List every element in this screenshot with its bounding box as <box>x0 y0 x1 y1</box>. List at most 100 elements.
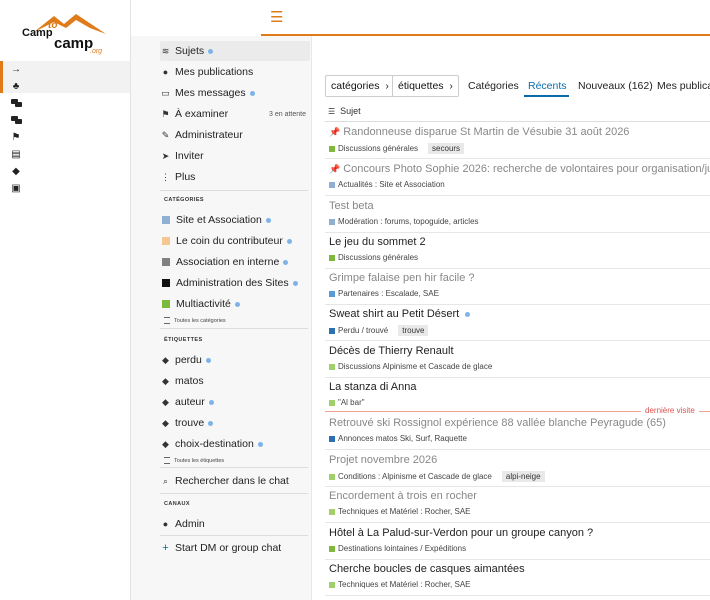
topic-category[interactable]: Actualités : Site et Association <box>338 180 445 189</box>
topic-list-area: catégories › étiquettes › Catégories Réc… <box>312 36 710 600</box>
topic-title[interactable]: Le jeu du sommet 2 <box>329 236 426 248</box>
sidebar-item-mes-publications[interactable]: ● Mes publications <box>160 62 310 82</box>
sidebar-category-site-association[interactable]: Site et Association <box>160 210 310 230</box>
topic-title[interactable]: Grimpe falaise pen hir facile ? <box>329 272 475 284</box>
topic-row[interactable]: Hôtel à La Palud-sur-Verdon pour un grou… <box>325 523 710 560</box>
topic-row[interactable]: Sweat shirt au Petit Désert Perdu / trou… <box>325 304 710 341</box>
topic-category[interactable]: Conditions : Alpinisme et Cascade de gla… <box>338 472 492 481</box>
sidebar-category-administration-sites[interactable]: Administration des Sites <box>160 273 310 293</box>
unread-dot <box>208 399 214 405</box>
sidebar-category-coin-contributeur[interactable]: Le coin du contributeur <box>160 231 310 251</box>
flag-checkered-icon[interactable]: ⚑ <box>10 132 22 144</box>
topic-category[interactable]: "Al bar" <box>338 398 365 407</box>
sidebar-item-administrateur[interactable]: ✎ Administrateur <box>160 125 310 145</box>
topic-tag[interactable]: trouve <box>398 325 429 336</box>
categories-heading[interactable]: CATÉGORIES <box>164 197 204 203</box>
all-categories-link[interactable]: Toutes les catégories <box>164 317 226 324</box>
topic-meta: Destinations lointaines / Expéditions <box>329 544 466 553</box>
topic-row[interactable]: 📌 Randonneuse disparue St Martin de Vésub… <box>325 122 710 159</box>
topic-meta: "Al bar" <box>329 398 365 407</box>
topic-meta: Modération : forums, topoguide, articles <box>329 217 479 226</box>
comments-icon[interactable] <box>10 98 22 110</box>
topic-tag[interactable]: secours <box>428 143 465 154</box>
sidebar-tag-perdu[interactable]: ◆ perdu <box>160 350 310 370</box>
topic-title[interactable]: Cherche boucles de casques aimantées <box>329 563 525 575</box>
topic-title[interactable]: Retrouvé ski Rossignol expérience 88 val… <box>329 417 666 429</box>
unread-dot <box>265 217 271 223</box>
sidebar-item-sujets[interactable]: ≋ Sujets <box>160 41 310 61</box>
topic-row[interactable]: Test beta Modération : forums, topoguide… <box>325 196 710 233</box>
hamburger-menu-icon[interactable]: ☰ <box>270 10 283 25</box>
sidebar-tag-auteur[interactable]: ◆ auteur <box>160 392 310 412</box>
topic-title[interactable]: Encordement à trois en rocher <box>329 490 477 502</box>
sidebar-item-label: Association en interne <box>176 256 280 268</box>
topic-category[interactable]: Techniques et Matériel : Rocher, SAE <box>338 580 471 589</box>
topic-row[interactable]: Encordement à trois en rocher Techniques… <box>325 486 710 523</box>
sidebar-tag-matos[interactable]: ◆ matos <box>160 371 310 391</box>
topic-row[interactable]: Cherche boucles de casques aimantées Tec… <box>325 559 710 596</box>
topic-title[interactable]: Projet novembre 2026 <box>329 454 437 466</box>
topic-row[interactable]: Décès de Thierry Renault Discussions Alp… <box>325 341 710 378</box>
tab-recents[interactable]: Récents <box>528 80 567 92</box>
topic-meta: Techniques et Matériel : Rocher, SAE <box>329 580 471 589</box>
sidebar-start-dm[interactable]: + Start DM or group chat <box>160 538 310 558</box>
topic-title[interactable]: Décès de Thierry Renault <box>329 345 454 357</box>
bus-icon[interactable]: ▣ <box>10 183 22 195</box>
category-color-swatch <box>329 508 335 515</box>
topic-category[interactable]: Discussions générales <box>338 144 418 153</box>
tags-heading[interactable]: ÉTIQUETTES <box>164 337 203 343</box>
channels-heading[interactable]: CANAUX <box>164 501 190 507</box>
topic-category[interactable]: Techniques et Matériel : Rocher, SAE <box>338 507 471 516</box>
sidebar-item-label: choix-destination <box>175 438 254 450</box>
sidebar-item-label: Sujets <box>175 45 205 57</box>
sidebar-channel-admin[interactable]: ● Admin <box>160 514 310 534</box>
subject-column-header[interactable]: Sujet <box>340 106 361 116</box>
sidebar-item-plus[interactable]: ⋮ Plus <box>160 167 310 187</box>
topic-category[interactable]: Discussions générales <box>338 253 418 262</box>
sidebar-item-inviter[interactable]: ➤ Inviter <box>160 146 310 166</box>
sidebar-item-label: À examiner <box>175 108 229 120</box>
logo-text-org: .org <box>90 48 103 55</box>
tag-icon: ◆ <box>162 396 169 407</box>
topic-title[interactable]: 📌 Randonneuse disparue St Martin de Vésub… <box>329 126 629 138</box>
topic-category[interactable]: Destinations lointaines / Expéditions <box>338 544 466 553</box>
topic-title[interactable]: Test beta <box>329 200 374 212</box>
topic-tag[interactable]: alpi-neige <box>501 471 545 482</box>
comment-alt-icon[interactable] <box>10 115 22 127</box>
topic-category[interactable]: Discussions Alpinisme et Cascade de glac… <box>338 362 492 371</box>
category-color-swatch <box>329 218 335 225</box>
tab-categories[interactable]: Catégories <box>468 80 519 92</box>
sidebar-item-a-examiner[interactable]: ⚑ À examiner 3 en attente <box>160 104 310 124</box>
newspaper-icon[interactable]: ▤ <box>10 149 22 161</box>
active-tab-underline <box>524 95 569 97</box>
tab-mes-publications[interactable]: Mes publicat <box>657 80 710 92</box>
warning-diamond-icon[interactable]: ◆ <box>10 166 22 178</box>
topic-title[interactable]: 📌 Concours Photo Sophie 2026: recherche d… <box>329 163 710 175</box>
sidebar-tag-choix-destination[interactable]: ◆ choix-destination <box>160 434 310 454</box>
sidebar-category-association-interne[interactable]: Association en interne <box>160 252 310 272</box>
topic-row[interactable]: Le jeu du sommet 2 Discussions générales <box>325 232 710 269</box>
categories-dropdown[interactable]: catégories › <box>325 75 395 97</box>
topic-title[interactable]: Hôtel à La Palud-sur-Verdon pour un grou… <box>329 527 593 539</box>
topic-row[interactable]: Grimpe falaise pen hir facile ? Partenai… <box>325 268 710 305</box>
topic-category[interactable]: Perdu / trouvé <box>338 326 388 335</box>
sidebar-divider <box>160 467 308 468</box>
sidebar-category-multiactivite[interactable]: Multiactivité <box>160 294 310 314</box>
topic-row[interactable]: 📌 Concours Photo Sophie 2026: recherche d… <box>325 159 710 196</box>
topic-row[interactable]: Retrouvé ski Rossignol expérience 88 val… <box>325 413 710 450</box>
list-check-icon[interactable]: ☰ <box>328 107 335 116</box>
sidebar-tag-trouve[interactable]: ◆ trouve <box>160 413 310 433</box>
all-tags-link[interactable]: Toutes les étiquettes <box>164 457 224 464</box>
paw-icon[interactable]: ♣ <box>10 81 22 93</box>
topic-category[interactable]: Modération : forums, topoguide, articles <box>338 217 479 226</box>
sidebar-search-chat[interactable]: ⌕ Rechercher dans le chat <box>160 471 310 491</box>
login-arrow-icon[interactable]: → <box>10 64 22 76</box>
topic-title[interactable]: Sweat shirt au Petit Désert <box>329 308 471 320</box>
topic-category[interactable]: Annonces matos Ski, Surf, Raquette <box>338 434 467 443</box>
tab-nouveaux[interactable]: Nouveaux (162) <box>578 80 653 92</box>
topic-row[interactable]: Projet novembre 2026 Conditions : Alpini… <box>325 450 710 487</box>
topic-category[interactable]: Partenaires : Escalade, SAE <box>338 289 439 298</box>
topic-title[interactable]: La stanza di Anna <box>329 381 416 393</box>
tags-dropdown[interactable]: étiquettes › <box>392 75 459 97</box>
sidebar-item-mes-messages[interactable]: ▭ Mes messages <box>160 83 310 103</box>
